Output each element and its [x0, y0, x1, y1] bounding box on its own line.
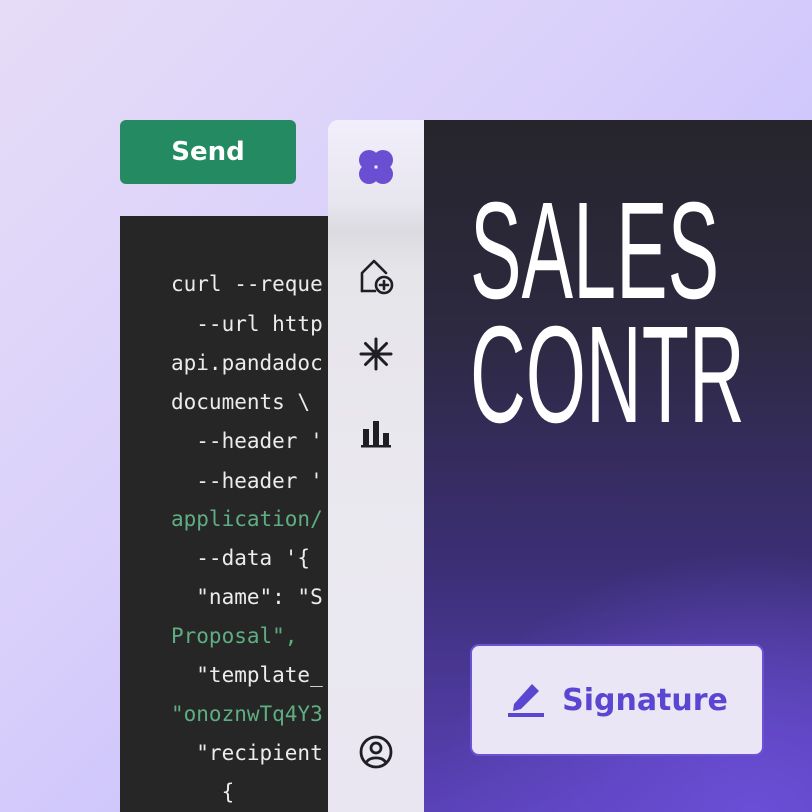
- code-line: api.pandadoc: [171, 351, 323, 375]
- code-line: "template_: [171, 663, 323, 687]
- user-account-icon[interactable]: [328, 728, 424, 776]
- signature-button[interactable]: Signature: [470, 644, 764, 756]
- code-line: --data '{: [171, 546, 311, 570]
- code-line: "recipient: [171, 741, 323, 765]
- code-line: documents \: [171, 390, 311, 414]
- send-button[interactable]: Send: [120, 120, 296, 184]
- code-line: {: [171, 780, 235, 804]
- code-line: curl --reque: [171, 272, 323, 296]
- code-line: Proposal",: [171, 624, 298, 648]
- clover-logo-icon[interactable]: [328, 143, 424, 191]
- asterisk-icon[interactable]: [328, 330, 424, 378]
- bar-chart-icon[interactable]: [328, 409, 424, 457]
- code-line: --url http: [171, 312, 323, 336]
- home-add-icon[interactable]: [328, 251, 424, 299]
- code-line: "name": "S: [171, 585, 323, 609]
- code-line: --header ': [171, 429, 323, 453]
- code-line: application/: [171, 507, 323, 531]
- hero-panel: SALES CONTR Signature: [424, 120, 812, 812]
- code-snippet-panel: curl --reque --url http api.pandadoc doc…: [120, 216, 350, 812]
- code-line: --header ': [171, 469, 323, 493]
- sidebar: [328, 120, 424, 812]
- pen-signature-icon: [506, 678, 546, 722]
- signature-label: Signature: [562, 682, 728, 718]
- code-line: "onoznwTq4Y3: [171, 702, 323, 726]
- hero-title-line-2: CONTR: [470, 298, 745, 452]
